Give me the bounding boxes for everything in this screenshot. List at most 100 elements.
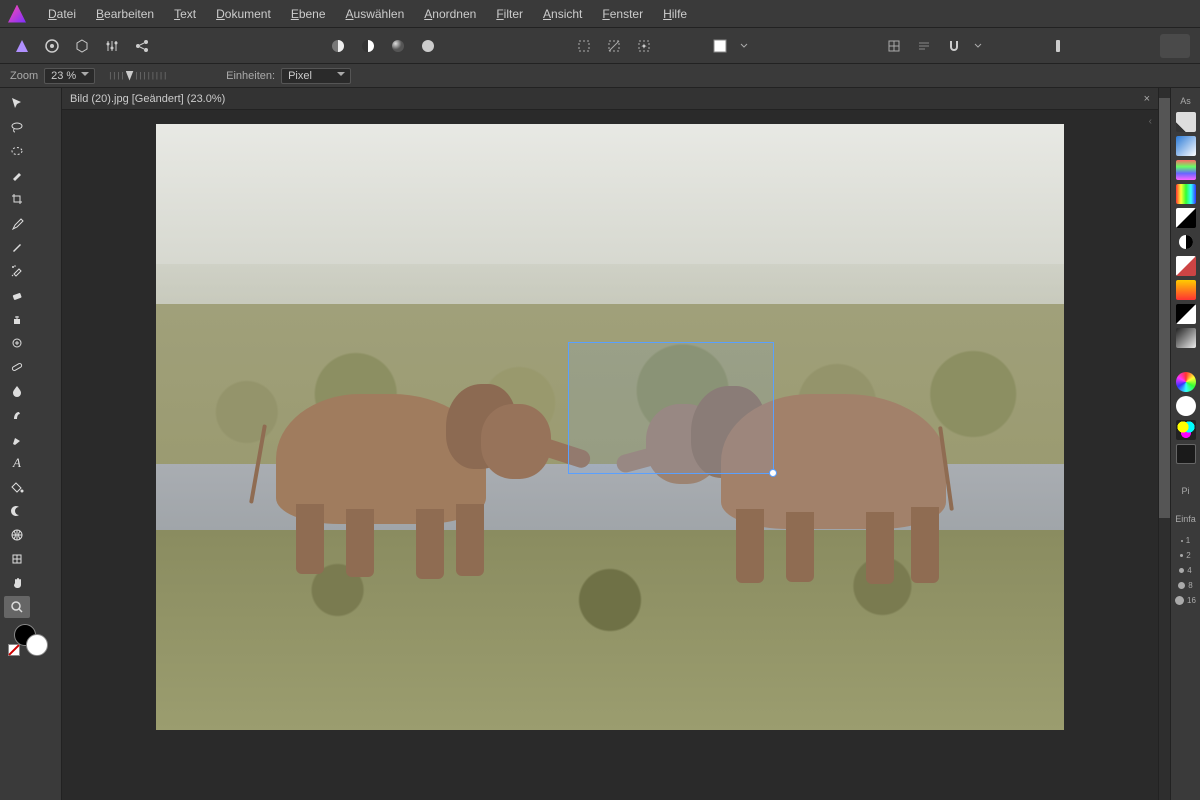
close-icon[interactable]: × (1144, 93, 1150, 105)
fill-swatch-icon[interactable] (708, 34, 732, 58)
posterize-icon[interactable] (1176, 328, 1196, 348)
marquee-star-icon[interactable]: ✦ (632, 34, 656, 58)
info-icon[interactable] (1046, 34, 1070, 58)
zoom-label: Zoom (10, 70, 38, 82)
image-content (156, 124, 1064, 730)
panel-header-2[interactable]: Pi (1181, 486, 1189, 496)
document-tab-bar: Bild (20).jpg [Geändert] (23.0%) × (62, 88, 1158, 110)
brush-size-item[interactable]: 16 (1175, 596, 1196, 605)
flood-fill-tool[interactable] (4, 476, 30, 498)
share-icon[interactable] (130, 34, 154, 58)
threshold-icon[interactable] (1176, 304, 1196, 324)
text-tool[interactable]: A (4, 452, 30, 474)
soft-proof-icon[interactable] (1176, 444, 1196, 464)
brush-size-list: 1 2 4 8 16 (1175, 536, 1196, 605)
zoom-dropdown[interactable]: 23 % (44, 68, 95, 84)
hand-tool[interactable] (4, 572, 30, 594)
document-tab[interactable]: Bild (20).jpg [Geändert] (23.0%) (70, 93, 225, 105)
menu-datei[interactable]: Datei (38, 0, 86, 27)
blur-tool[interactable] (4, 380, 30, 402)
menu-anordnen[interactable]: Anordnen (414, 0, 486, 27)
curves-icon[interactable] (1176, 208, 1196, 228)
contrast-icon[interactable] (356, 34, 380, 58)
context-toolbar: ✦ (0, 28, 1200, 64)
menu-bearbeiten[interactable]: Bearbeiten (86, 0, 164, 27)
menu-bar: Datei Bearbeiten Text Dokument Ebene Aus… (0, 0, 1200, 28)
menu-filter[interactable]: Filter (486, 0, 533, 27)
right-studio-rail: As Pi Einfa 1 2 4 8 16 (1170, 88, 1200, 800)
app-logo-icon[interactable] (10, 34, 34, 58)
cube-icon[interactable] (70, 34, 94, 58)
mesh-warp-tool[interactable] (4, 524, 30, 546)
brush-size-item[interactable]: 4 (1179, 566, 1191, 575)
menu-fenster[interactable]: Fenster (592, 0, 653, 27)
eyedropper-tool[interactable] (4, 212, 30, 234)
sphere-shade-icon[interactable] (386, 34, 410, 58)
panel-header[interactable]: As (1180, 96, 1191, 106)
selection-handle-icon[interactable] (769, 469, 777, 477)
gradient-map-icon[interactable] (1176, 280, 1196, 300)
brush-size-item[interactable]: 1 (1181, 536, 1190, 545)
channel-mixer-icon[interactable] (1176, 420, 1196, 440)
exposure-icon[interactable] (1176, 396, 1196, 416)
lut-icon[interactable] (1176, 184, 1196, 204)
vibrance-icon[interactable] (1176, 372, 1196, 392)
zoom-slider[interactable]: |||| |||||||| (109, 71, 166, 81)
inpaint-tool[interactable] (4, 332, 30, 354)
vertical-scrollbar[interactable] (1158, 88, 1170, 800)
tools-panel: A (0, 88, 62, 800)
units-dropdown[interactable]: Pixel (281, 68, 351, 84)
svg-text:✦: ✦ (641, 42, 648, 51)
viewport-hint: ‹ (1149, 116, 1152, 127)
smudge-tool[interactable] (4, 404, 30, 426)
eraser-tool[interactable] (4, 284, 30, 306)
half-circle-icon[interactable] (326, 34, 350, 58)
main-area: A Bild (20).jpg [Geändert] (23.0%) × ‹ (0, 88, 1200, 800)
brush-size-item[interactable]: 8 (1178, 581, 1192, 590)
menu-dokument[interactable]: Dokument (206, 0, 281, 27)
magnet-icon[interactable] (942, 34, 966, 58)
crop-tool[interactable] (4, 188, 30, 210)
canvas-viewport[interactable]: ‹ (62, 110, 1158, 800)
panel-header-3[interactable]: Einfa (1175, 514, 1196, 524)
menu-ansicht[interactable]: Ansicht (533, 0, 592, 27)
clone-tool[interactable] (4, 308, 30, 330)
menu-ebene[interactable]: Ebene (281, 0, 336, 27)
chevron-down-icon[interactable] (972, 34, 984, 58)
brush-size-item[interactable]: 2 (1180, 551, 1190, 560)
sphere-full-icon[interactable] (416, 34, 440, 58)
paintbrush-tool[interactable] (4, 164, 30, 186)
invert-icon[interactable] (1176, 256, 1196, 276)
chevron-down-icon[interactable] (738, 34, 750, 58)
marquee-icon[interactable] (572, 34, 596, 58)
pen-tool[interactable] (4, 428, 30, 450)
bw-icon[interactable] (1176, 232, 1196, 252)
levels-icon[interactable] (1176, 136, 1196, 156)
pencil-tool[interactable] (4, 236, 30, 258)
equalizer-icon[interactable] (100, 34, 124, 58)
histogram-icon[interactable] (1176, 112, 1196, 132)
canvas-area: Bild (20).jpg [Geändert] (23.0%) × ‹ (62, 88, 1158, 800)
panel-collapse-button[interactable] (1160, 34, 1190, 58)
color-swatches[interactable] (4, 624, 57, 658)
align-icon[interactable] (912, 34, 936, 58)
ellipse-select-tool[interactable] (4, 140, 30, 162)
grid-icon[interactable] (882, 34, 906, 58)
dodge-tool[interactable] (4, 500, 30, 522)
circle-target-icon[interactable] (40, 34, 64, 58)
app-logo-icon (8, 5, 26, 23)
marquee-slash-icon[interactable] (602, 34, 626, 58)
no-color-swatch[interactable] (8, 644, 20, 656)
foreground-color-swatch[interactable] (26, 634, 48, 656)
heal-tool[interactable] (4, 356, 30, 378)
airbrush-tool[interactable] (4, 260, 30, 282)
zoom-selection-marquee[interactable] (568, 342, 774, 474)
hsl-icon[interactable] (1176, 160, 1196, 180)
move-tool[interactable] (4, 92, 30, 114)
lasso-tool[interactable] (4, 116, 30, 138)
menu-hilfe[interactable]: Hilfe (653, 0, 697, 27)
menu-text[interactable]: Text (164, 0, 206, 27)
menu-auswaehlen[interactable]: Auswählen (336, 0, 415, 27)
grid-tool[interactable] (4, 548, 30, 570)
zoom-tool[interactable] (4, 596, 30, 618)
